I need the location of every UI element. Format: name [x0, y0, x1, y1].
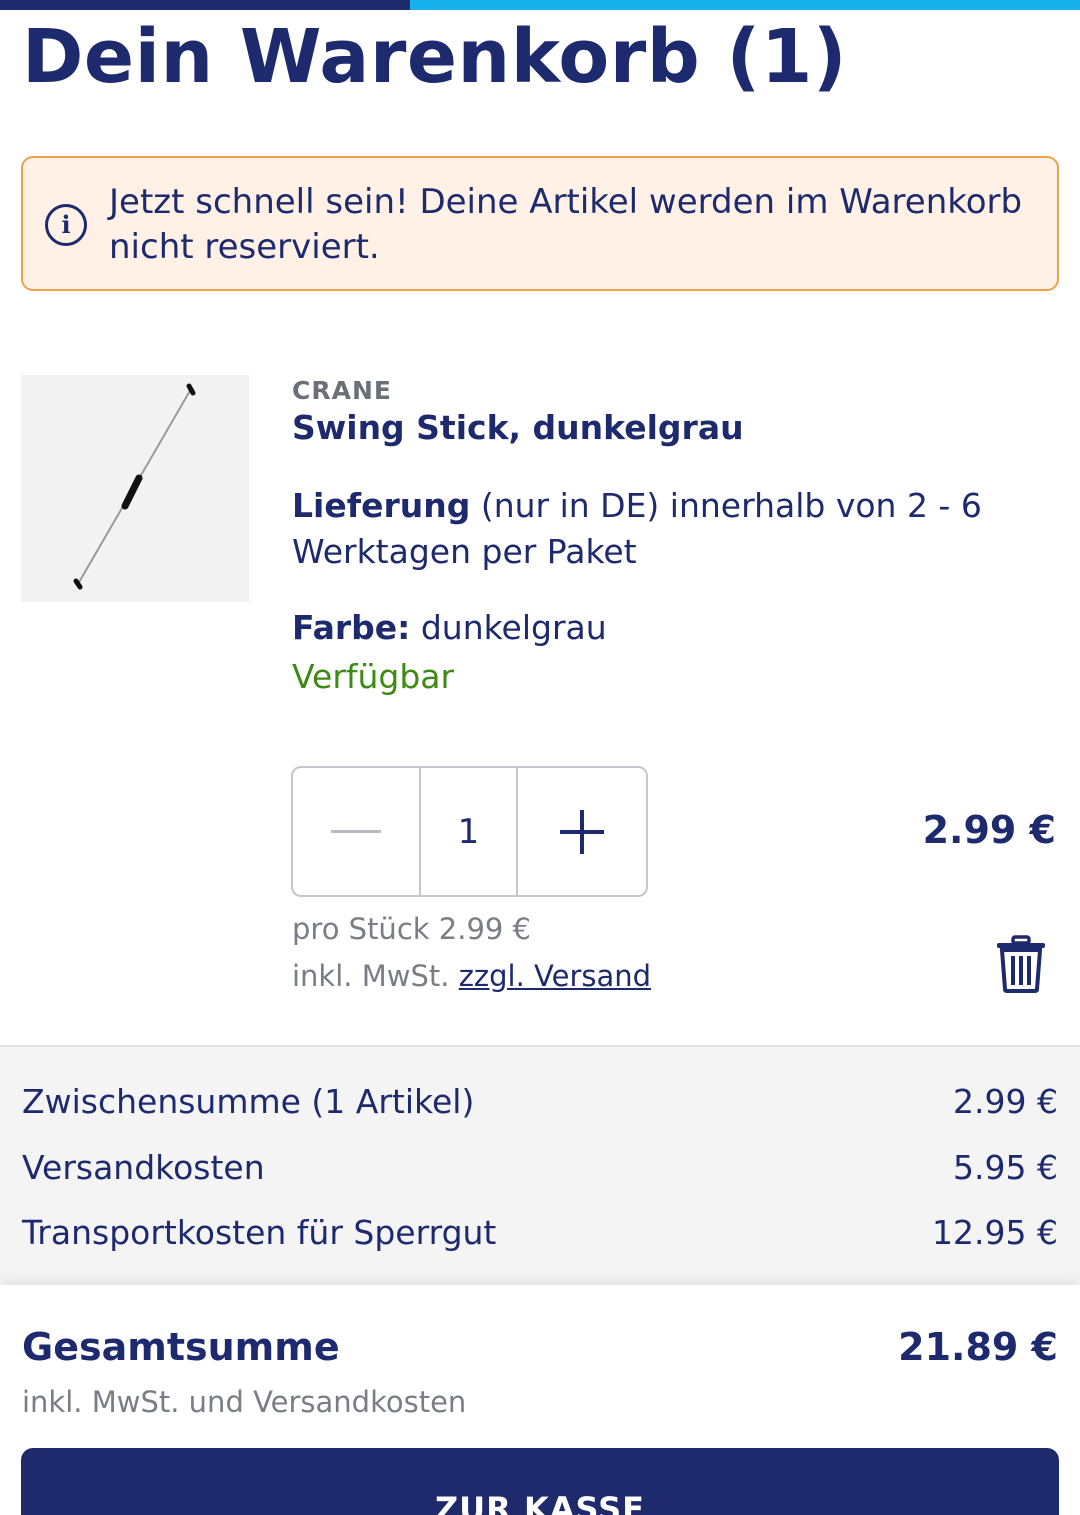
grand-total-label: Gesamtsumme	[22, 1325, 340, 1369]
grand-total-note: inkl. MwSt. und Versandkosten	[22, 1385, 467, 1419]
minus-icon	[331, 829, 381, 833]
color-label: Farbe:	[292, 608, 411, 647]
summary-value: 2.99 €	[953, 1082, 1058, 1121]
quantity-stepper: 1	[291, 766, 648, 897]
summary-label: Transportkosten für Sperrgut	[22, 1213, 497, 1252]
remove-item-button[interactable]	[994, 934, 1048, 994]
order-total-panel: Gesamtsumme 21.89 € inkl. MwSt. und Vers…	[0, 1285, 1080, 1515]
increase-quantity-button[interactable]	[518, 768, 646, 895]
summary-row-shipping: Versandkosten 5.95 €	[22, 1148, 1058, 1187]
info-icon: i	[45, 204, 87, 246]
checkout-progress-bar	[0, 0, 1080, 10]
availability-status: Verfügbar	[292, 657, 455, 696]
delivery-label: Lieferung	[292, 486, 471, 525]
plus-icon	[560, 809, 604, 854]
cost-summary: Zwischensumme (1 Artikel) 2.99 € Versand…	[0, 1045, 1080, 1285]
unit-price: pro Stück 2.99 €	[292, 912, 532, 946]
trash-icon	[997, 935, 1045, 993]
decrease-quantity-button[interactable]	[293, 768, 421, 895]
summary-value: 5.95 €	[953, 1148, 1058, 1187]
checkout-button[interactable]: ZUR KASSE	[21, 1448, 1059, 1515]
swing-stick-image	[73, 383, 196, 590]
summary-label: Zwischensumme (1 Artikel)	[22, 1082, 475, 1121]
summary-row-bulky-transport: Transportkosten für Sperrgut 12.95 €	[22, 1213, 1058, 1252]
summary-value: 12.95 €	[932, 1213, 1058, 1252]
page-title: Dein Warenkorb (1)	[22, 14, 848, 100]
reservation-notice: i Jetzt schnell sein! Deine Artikel werd…	[21, 156, 1059, 291]
summary-row-subtotal: Zwischensumme (1 Artikel) 2.99 €	[22, 1082, 1058, 1121]
tax-text: inkl. MwSt.	[292, 959, 459, 993]
color-value: dunkelgrau	[410, 608, 607, 647]
item-total-price: 2.99 €	[922, 808, 1056, 852]
progress-fill	[0, 0, 411, 10]
color-info: Farbe: dunkelgrau	[292, 608, 607, 647]
quantity-value[interactable]: 1	[421, 768, 518, 895]
delivery-info: Lieferung (nur in DE) innerhalb von 2 - …	[292, 483, 1012, 575]
product-brand: CRANE	[292, 376, 392, 405]
summary-label: Versandkosten	[22, 1148, 265, 1187]
notice-text: Jetzt schnell sein! Deine Artikel werden…	[109, 182, 1023, 267]
shipping-info-link[interactable]: zzgl. Versand	[459, 959, 651, 993]
product-name-link[interactable]: Swing Stick, dunkelgrau	[292, 408, 744, 447]
product-image[interactable]	[21, 375, 249, 602]
grand-total-value: 21.89 €	[898, 1325, 1058, 1369]
tax-info: inkl. MwSt. zzgl. Versand	[292, 959, 651, 993]
